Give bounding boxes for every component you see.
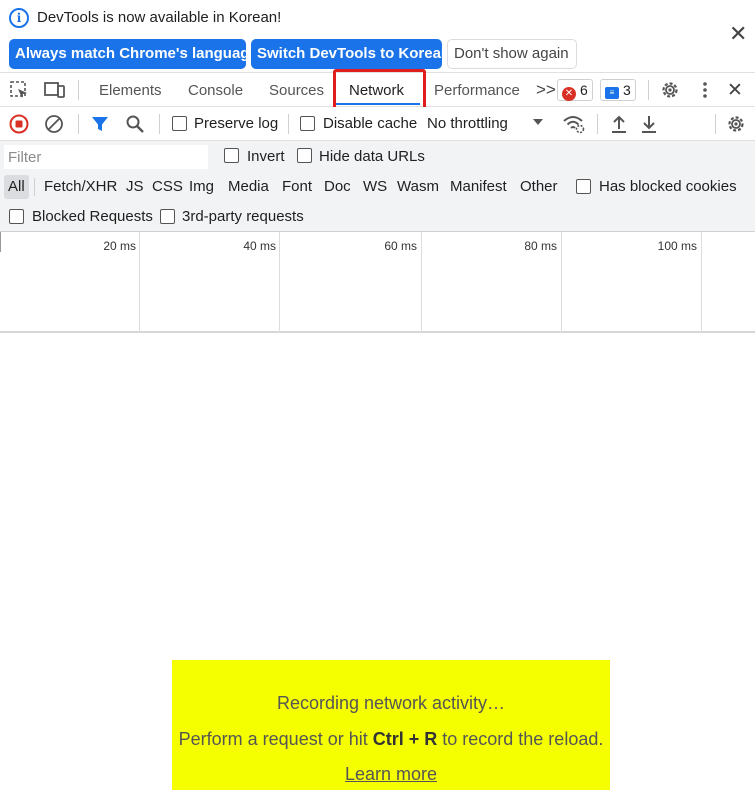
type-filter-other[interactable]: Other xyxy=(520,178,558,195)
disable-cache-checkbox[interactable] xyxy=(300,116,315,131)
error-icon: ✕ xyxy=(562,87,576,101)
divider xyxy=(159,114,160,134)
timeline-tick-label: 20 ms xyxy=(103,239,136,253)
tab-console[interactable]: Console xyxy=(188,82,243,99)
third-party-requests-checkbox[interactable] xyxy=(160,209,175,224)
blocked-requests-label: Blocked Requests xyxy=(32,208,153,225)
has-blocked-cookies-label: Has blocked cookies xyxy=(599,178,737,195)
reload-instruction: Perform a request or hit Ctrl + R to rec… xyxy=(172,729,610,750)
switch-devtools-korean-button[interactable]: Switch DevTools to Korean xyxy=(251,39,450,69)
inspect-element-icon[interactable] xyxy=(9,80,29,100)
message-icon: ≡ xyxy=(605,87,619,99)
timeline-gridline xyxy=(279,232,280,333)
type-filter-ws[interactable]: WS xyxy=(363,178,387,195)
blocked-requests-checkbox[interactable] xyxy=(9,209,24,224)
type-filter-fetch-xhr[interactable]: Fetch/XHR xyxy=(44,178,117,195)
timeline-start-marker xyxy=(0,232,1,252)
network-toolbar: Preserve log Disable cache No throttling xyxy=(0,107,755,141)
messages-badge[interactable]: ≡ 3 xyxy=(600,79,636,101)
timeline-gridline xyxy=(701,232,702,333)
preserve-log-checkbox[interactable] xyxy=(172,116,187,131)
type-filter-img[interactable]: Img xyxy=(189,178,214,195)
instruction-suffix: to record the reload. xyxy=(437,729,604,749)
network-settings-gear-icon[interactable] xyxy=(726,114,746,134)
clear-icon[interactable] xyxy=(44,114,64,134)
tab-elements[interactable]: Elements xyxy=(99,82,162,99)
info-icon: i xyxy=(9,8,29,28)
tab-sources[interactable]: Sources xyxy=(269,82,324,99)
divider xyxy=(288,114,289,134)
network-conditions-wifi-icon[interactable] xyxy=(562,113,586,135)
timeline-overview[interactable]: 20 ms 40 ms 60 ms 80 ms 100 ms xyxy=(0,232,755,333)
hide-data-urls-checkbox[interactable] xyxy=(297,148,312,163)
chevron-down-icon[interactable] xyxy=(532,117,544,127)
close-icon[interactable]: ✕ xyxy=(729,23,747,45)
filter-input[interactable] xyxy=(4,145,208,169)
tab-performance[interactable]: Performance xyxy=(434,82,520,99)
device-toolbar-icon[interactable] xyxy=(44,80,66,100)
instruction-prefix: Perform a request or hit xyxy=(178,729,373,749)
timeline-tick-label: 60 ms xyxy=(384,239,417,253)
always-match-language-button[interactable]: Always match Chrome's language xyxy=(9,39,258,69)
preserve-log-label: Preserve log xyxy=(194,115,279,132)
divider xyxy=(648,80,649,100)
divider xyxy=(34,178,35,196)
throttling-select[interactable]: No throttling xyxy=(427,115,508,132)
type-filter-media[interactable]: Media xyxy=(228,178,269,195)
stop-recording-icon[interactable] xyxy=(9,114,29,134)
divider xyxy=(597,114,598,134)
learn-more-link[interactable]: Learn more xyxy=(172,764,610,785)
hide-data-urls-label: Hide data URLs xyxy=(319,148,425,165)
type-filter-all[interactable]: All xyxy=(4,175,29,199)
dont-show-again-button[interactable]: Don't show again xyxy=(447,39,577,69)
timeline-gridline xyxy=(421,232,422,333)
timeline-tick-label: 40 ms xyxy=(243,239,276,253)
invert-label: Invert xyxy=(247,148,285,165)
timeline-tick-label: 80 ms xyxy=(524,239,557,253)
errors-badge[interactable]: ✕ 6 xyxy=(557,79,593,101)
search-icon[interactable] xyxy=(125,114,145,134)
disable-cache-label: Disable cache xyxy=(323,115,418,132)
type-filter-wasm[interactable]: Wasm xyxy=(397,178,439,195)
type-filter-doc[interactable]: Doc xyxy=(324,178,351,195)
reload-shortcut: Ctrl + R xyxy=(372,729,438,749)
timeline-gridline xyxy=(561,232,562,333)
more-options-icon[interactable] xyxy=(702,81,708,99)
filter-bar: Invert Hide data URLs All Fetch/XHR JS C… xyxy=(0,141,755,232)
empty-state-panel: Recording network activity… Perform a re… xyxy=(172,660,610,790)
more-tabs-chevron-icon[interactable]: >> xyxy=(536,80,556,100)
divider xyxy=(78,114,79,134)
import-har-upload-icon[interactable] xyxy=(610,114,628,134)
has-blocked-cookies-checkbox[interactable] xyxy=(576,179,591,194)
timeline-tick-label: 100 ms xyxy=(657,239,697,253)
divider xyxy=(78,80,79,100)
errors-count: 6 xyxy=(580,82,588,98)
filter-funnel-icon[interactable] xyxy=(91,115,109,133)
type-filter-js[interactable]: JS xyxy=(126,178,144,195)
divider xyxy=(715,114,716,134)
recording-message: Recording network activity… xyxy=(276,693,506,713)
infobar-message: DevTools is now available in Korean! xyxy=(37,9,282,26)
timeline-gridline xyxy=(139,232,140,333)
invert-checkbox[interactable] xyxy=(224,148,239,163)
type-filter-css[interactable]: CSS xyxy=(152,178,183,195)
type-filter-manifest[interactable]: Manifest xyxy=(450,178,507,195)
settings-gear-icon[interactable] xyxy=(660,80,680,100)
language-infobar: i DevTools is now available in Korean! ✕… xyxy=(0,0,755,72)
export-har-download-icon[interactable] xyxy=(640,114,658,134)
messages-count: 3 xyxy=(623,82,631,98)
third-party-requests-label: 3rd-party requests xyxy=(182,208,304,225)
type-filter-font[interactable]: Font xyxy=(282,178,312,195)
close-devtools-icon[interactable]: ✕ xyxy=(727,79,743,102)
